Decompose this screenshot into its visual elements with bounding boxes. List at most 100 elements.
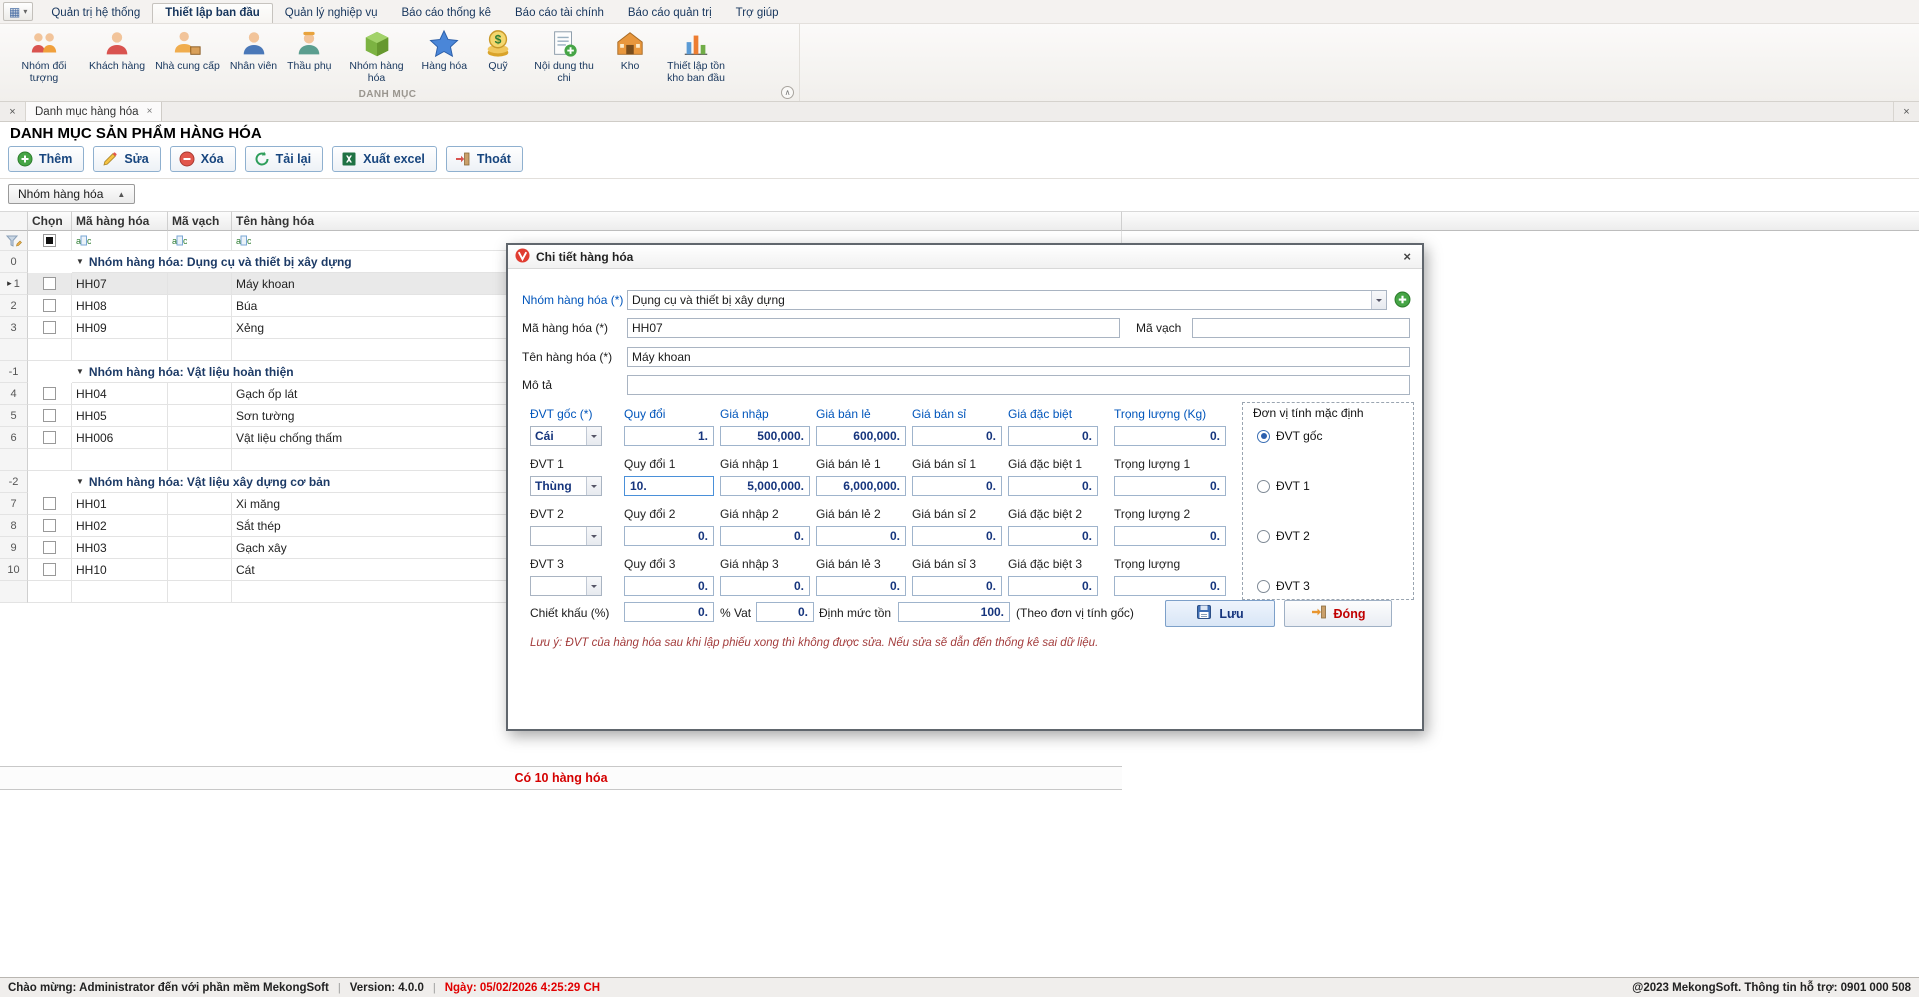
row-checkbox[interactable]: [43, 541, 56, 554]
ribbon-item-9[interactable]: Kho: [604, 28, 656, 74]
cell-code[interactable]: HH03: [72, 537, 168, 559]
vat-input[interactable]: 0.: [756, 602, 814, 622]
cell-barcode[interactable]: [168, 427, 232, 449]
ribbon-item-3[interactable]: Nhân viên: [225, 28, 282, 74]
product-group-combo[interactable]: Dụng cụ và thiết bị xây dựng: [627, 290, 1387, 310]
unit-grid-input-2-6[interactable]: 0.: [1114, 526, 1226, 546]
unit-grid-input-1-4[interactable]: 0.: [912, 476, 1002, 496]
cell-code[interactable]: HH04: [72, 383, 168, 405]
unit-grid-input-1-6[interactable]: 0.: [1114, 476, 1226, 496]
unit-grid-input-0-6[interactable]: 0.: [1114, 426, 1226, 446]
cell-barcode[interactable]: [168, 515, 232, 537]
cell-barcode[interactable]: [168, 537, 232, 559]
cell-code[interactable]: HH02: [72, 515, 168, 537]
row-checkbox[interactable]: [43, 321, 56, 334]
filter-checkbox[interactable]: [43, 234, 56, 247]
row-checkbox[interactable]: [43, 497, 56, 510]
save-button[interactable]: Lưu: [1165, 600, 1275, 627]
toolbar-button-1[interactable]: Sửa: [93, 146, 160, 172]
unit-grid-input-3-4[interactable]: 0.: [912, 576, 1002, 596]
cell-code[interactable]: HH05: [72, 405, 168, 427]
row-checkbox[interactable]: [43, 277, 56, 290]
tab-danh-muc-hang-hoa[interactable]: Danh mục hàng hóa ×: [26, 102, 162, 121]
row-select-cell[interactable]: [28, 405, 72, 427]
cell-code[interactable]: HH01: [72, 493, 168, 515]
row-select-cell[interactable]: [28, 383, 72, 405]
unit-grid-input-0-2[interactable]: 500,000.: [720, 426, 810, 446]
radio-option-1[interactable]: ĐVT 1: [1257, 479, 1310, 493]
row-select-cell[interactable]: [28, 559, 72, 581]
unit-grid-input-3-1[interactable]: 0.: [624, 576, 714, 596]
cell-code[interactable]: HH10: [72, 559, 168, 581]
ribbon-tab-6[interactable]: Trợ giúp: [724, 4, 791, 23]
discount-input[interactable]: 0.: [624, 602, 714, 622]
unit-grid-input-1-2[interactable]: 5,000,000.: [720, 476, 810, 496]
ribbon-tab-1[interactable]: Thiết lập ban đầu: [152, 3, 273, 23]
unit-combo-3[interactable]: [530, 576, 602, 596]
cell-barcode[interactable]: [168, 317, 232, 339]
close-tab-icon[interactable]: ×: [147, 106, 153, 117]
cell-barcode[interactable]: [168, 559, 232, 581]
row-select-cell[interactable]: [28, 317, 72, 339]
unit-grid-input-3-6[interactable]: 0.: [1114, 576, 1226, 596]
radio-option-0[interactable]: ĐVT gốc: [1257, 429, 1322, 443]
filter-cell-1[interactable]: ac: [168, 231, 232, 251]
unit-grid-input-3-3[interactable]: 0.: [816, 576, 906, 596]
close-all-tabs-button[interactable]: ×: [0, 102, 26, 121]
cell-barcode[interactable]: [168, 405, 232, 427]
dialog-close-icon[interactable]: ×: [1399, 249, 1415, 264]
app-menu-button[interactable]: ▦ ▾: [3, 2, 33, 21]
unit-grid-input-1-1[interactable]: 10.: [624, 476, 714, 496]
product-name-input[interactable]: Máy khoan: [627, 347, 1410, 367]
ribbon-item-7[interactable]: $Quỹ: [472, 28, 524, 74]
ribbon-tab-0[interactable]: Quản trị hệ thống: [39, 4, 152, 23]
row-checkbox[interactable]: [43, 519, 56, 532]
unit-grid-input-0-5[interactable]: 0.: [1008, 426, 1098, 446]
row-select-cell[interactable]: [28, 295, 72, 317]
ribbon-item-6[interactable]: Hàng hóa: [417, 28, 473, 74]
dialog-titlebar[interactable]: Chi tiết hàng hóa ×: [508, 245, 1422, 269]
cell-barcode[interactable]: [168, 273, 232, 295]
ribbon-item-1[interactable]: Khách hàng: [84, 28, 150, 74]
ribbon-tab-3[interactable]: Báo cáo thống kê: [390, 4, 504, 23]
column-header-1[interactable]: Mã hàng hóa: [72, 211, 168, 231]
cell-code[interactable]: HH07: [72, 273, 168, 295]
unit-combo-0[interactable]: Cái: [530, 426, 602, 446]
unit-grid-input-3-5[interactable]: 0.: [1008, 576, 1098, 596]
row-select-cell[interactable]: [28, 537, 72, 559]
unit-grid-input-2-4[interactable]: 0.: [912, 526, 1002, 546]
row-select-cell[interactable]: [28, 493, 72, 515]
ribbon-tab-2[interactable]: Quản lý nghiệp vụ: [273, 4, 390, 23]
toolbar-button-5[interactable]: Thoát: [446, 146, 523, 172]
column-header-3[interactable]: Tên hàng hóa: [232, 211, 1122, 231]
add-product-group-button[interactable]: [1394, 291, 1411, 308]
toolbar-button-2[interactable]: Xóa: [170, 146, 236, 172]
group-by-chip[interactable]: Nhóm hàng hóa ▲: [8, 184, 135, 204]
cell-code[interactable]: HH09: [72, 317, 168, 339]
ribbon-collapse-button[interactable]: ∧: [781, 86, 794, 99]
unit-grid-input-1-5[interactable]: 0.: [1008, 476, 1098, 496]
cell-code[interactable]: HH08: [72, 295, 168, 317]
unit-grid-input-2-1[interactable]: 0.: [624, 526, 714, 546]
unit-grid-input-0-1[interactable]: 1.: [624, 426, 714, 446]
column-header-2[interactable]: Mã vạch: [168, 211, 232, 231]
row-checkbox[interactable]: [43, 387, 56, 400]
toolbar-button-0[interactable]: Thêm: [8, 146, 84, 172]
ribbon-item-8[interactable]: Nội dung thu chi: [524, 28, 604, 86]
ribbon-tab-4[interactable]: Báo cáo tài chính: [503, 4, 616, 23]
radio-option-3[interactable]: ĐVT 3: [1257, 579, 1310, 593]
row-checkbox[interactable]: [43, 299, 56, 312]
ribbon-item-10[interactable]: Thiết lập tồn kho ban đầu: [656, 28, 736, 86]
close-button[interactable]: Đóng: [1284, 600, 1392, 627]
filter-cell-select[interactable]: [28, 231, 72, 251]
filter-cell-0[interactable]: ac: [72, 231, 168, 251]
cell-barcode[interactable]: [168, 383, 232, 405]
row-checkbox[interactable]: [43, 431, 56, 444]
column-header-0[interactable]: Chọn: [28, 211, 72, 231]
row-checkbox[interactable]: [43, 409, 56, 422]
unit-grid-input-0-3[interactable]: 600,000.: [816, 426, 906, 446]
cell-code[interactable]: HH006: [72, 427, 168, 449]
unit-grid-input-1-3[interactable]: 6,000,000.: [816, 476, 906, 496]
ribbon-item-2[interactable]: Nhà cung cấp: [150, 28, 225, 74]
barcode-input[interactable]: [1192, 318, 1410, 338]
